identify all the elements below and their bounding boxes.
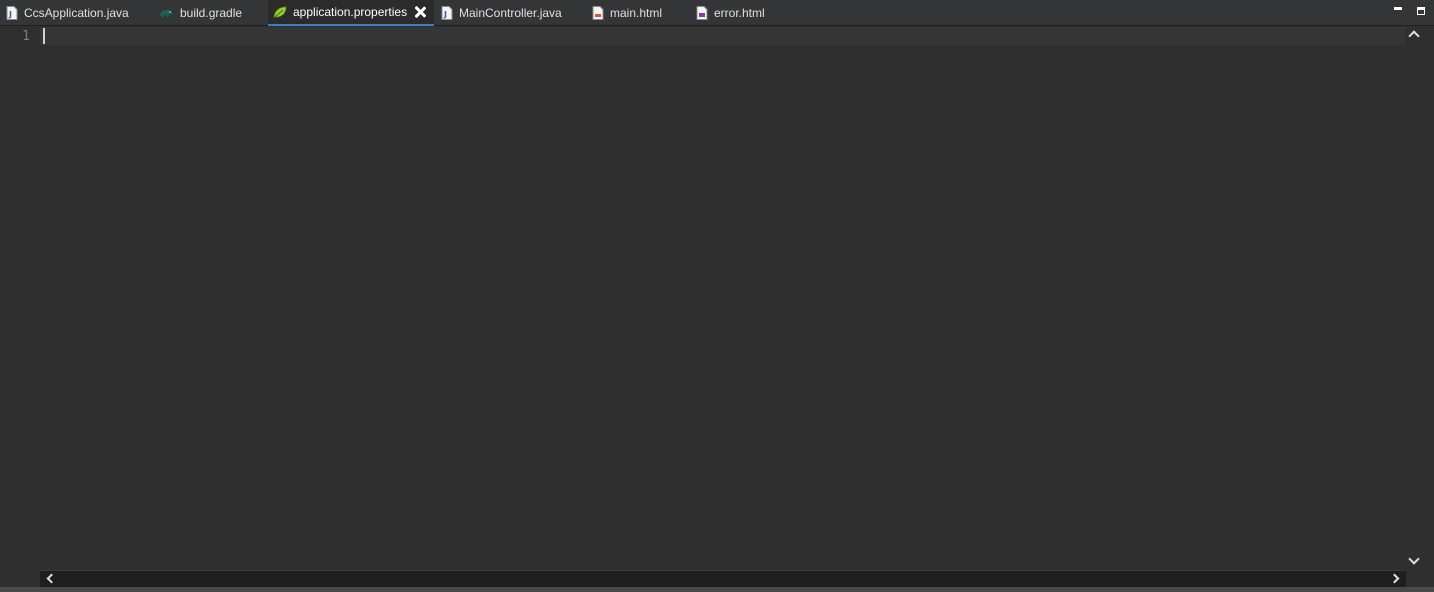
java-file-icon: J — [441, 6, 453, 20]
text-editor[interactable]: 1 — [0, 27, 1406, 570]
scroll-left-icon[interactable] — [46, 573, 57, 584]
text-caret — [43, 28, 45, 44]
scroll-up-icon[interactable] — [1408, 30, 1420, 42]
status-strip — [0, 587, 1434, 592]
tab-label: error.html — [714, 6, 765, 20]
gradle-elephant-icon — [158, 6, 174, 20]
tab-ccsapplication-java[interactable]: J CcsApplication.java — [6, 0, 129, 26]
html-file-icon — [592, 6, 604, 20]
line-number-gutter: 1 — [0, 27, 40, 570]
editor-tab-bar: J CcsApplication.java build.gradle appli… — [0, 0, 1434, 26]
tab-application-properties[interactable]: application.properties — [268, 0, 434, 26]
horizontal-scrollbar[interactable] — [40, 570, 1406, 587]
line-number: 1 — [22, 29, 30, 44]
tab-label: application.properties — [293, 5, 408, 19]
vertical-scrollbar[interactable] — [1406, 27, 1423, 570]
scroll-right-icon[interactable] — [1389, 573, 1400, 584]
tab-error-html[interactable]: error.html — [696, 0, 765, 26]
svg-text:J: J — [8, 10, 12, 19]
maximize-icon[interactable] — [1415, 4, 1427, 16]
svg-text:J: J — [443, 10, 447, 19]
tab-main-html[interactable]: main.html — [592, 0, 662, 26]
html-file-icon — [696, 6, 708, 20]
close-icon[interactable] — [414, 6, 426, 18]
tab-build-gradle[interactable]: build.gradle — [158, 0, 242, 26]
scrollbar-corner — [1406, 570, 1434, 587]
current-line-highlight — [40, 27, 1406, 45]
tab-label: main.html — [610, 6, 663, 20]
tab-maincontroller-java[interactable]: J MainController.java — [441, 0, 562, 26]
tab-label: CcsApplication.java — [24, 6, 129, 20]
tab-label: MainController.java — [459, 6, 562, 20]
tab-label: build.gradle — [180, 6, 243, 20]
spring-leaf-icon — [273, 5, 287, 19]
minimize-icon[interactable] — [1392, 4, 1404, 16]
java-file-icon: J — [6, 6, 18, 20]
scroll-down-icon[interactable] — [1408, 553, 1420, 565]
